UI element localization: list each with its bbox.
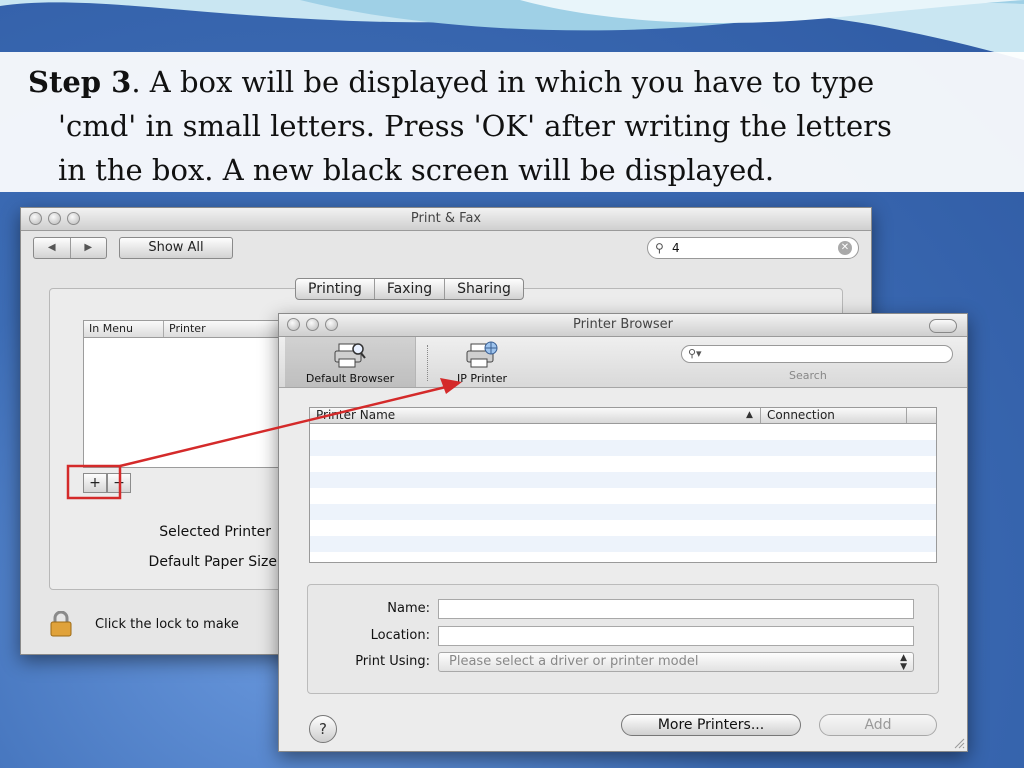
step-label: Step 3 (28, 65, 132, 99)
ip-printer-tab[interactable]: IP Printer (429, 337, 535, 387)
print-using-label: Print Using: (355, 654, 430, 669)
sort-ascending-icon[interactable]: ▲ (746, 408, 753, 423)
updown-arrows-icon: ▲ ▼ (900, 653, 907, 672)
printer-browser-window: Printer Browser Default Browser IP Print… (278, 313, 968, 752)
table-row[interactable] (310, 520, 936, 536)
toolbar-toggle-button[interactable] (929, 319, 957, 333)
caption-line-1: . A box will be displayed in which you h… (131, 65, 875, 99)
printer-browser-title: Printer Browser (572, 317, 674, 332)
ip-printer-label: IP Printer (457, 372, 507, 385)
printer-search-field[interactable]: ⚲▾ (681, 345, 953, 363)
printer-list-header: In Menu Printer (84, 321, 284, 338)
add-remove-buttons: + − (83, 473, 131, 493)
tab-sharing[interactable]: Sharing (444, 279, 523, 299)
column-printer-name[interactable]: Printer Name (316, 408, 395, 423)
print-fax-title: Print & Fax (410, 211, 482, 226)
default-paper-size-label: Default Paper Size (148, 554, 277, 570)
table-row[interactable] (310, 440, 936, 456)
more-printers-button[interactable]: More Printers... (621, 714, 801, 736)
print-fax-titlebar[interactable]: Print & Fax (21, 208, 871, 231)
printer-details-form: Name: Location: Print Using: Please sele… (307, 584, 939, 694)
show-all-button[interactable]: Show All (119, 237, 233, 259)
ip-printer-icon (466, 341, 498, 368)
printer-browser-toolbar: Default Browser IP Printer ⚲▾ Search (279, 337, 967, 388)
print-using-select[interactable]: Please select a driver or printer model … (438, 652, 914, 672)
column-printer[interactable]: Printer (163, 321, 206, 337)
remove-printer-button[interactable]: − (107, 473, 131, 493)
caption-line-2: 'cmd' in small letters. Press 'OK' after… (58, 109, 892, 143)
printer-table-header: Printer Name ▲ Connection (310, 408, 936, 424)
toolbar-separator (427, 345, 428, 381)
default-browser-tab[interactable]: Default Browser (285, 337, 416, 387)
add-button[interactable]: Add (819, 714, 937, 736)
table-row[interactable] (310, 504, 936, 520)
preferences-search-field[interactable]: ⚲ 4 ✕ (647, 237, 859, 259)
table-row[interactable] (310, 472, 936, 488)
printer-browser-titlebar[interactable]: Printer Browser (279, 314, 967, 337)
location-field[interactable] (438, 626, 914, 646)
resize-grip-icon[interactable] (953, 737, 965, 749)
column-spare (906, 408, 936, 423)
table-row[interactable] (310, 424, 936, 440)
lock-icon[interactable] (47, 611, 75, 637)
location-label: Location: (370, 628, 430, 643)
back-button[interactable]: ◀ (34, 238, 70, 258)
column-connection[interactable]: Connection (760, 408, 915, 423)
search-label: Search (789, 369, 827, 382)
forward-button[interactable]: ▶ (69, 238, 107, 258)
search-value: 4 (672, 241, 680, 255)
search-icon: ⚲ (655, 241, 664, 255)
slide-caption: Step 3. A box will be displayed in which… (28, 60, 988, 192)
default-browser-label: Default Browser (305, 372, 395, 385)
back-forward-buttons: ◀ ▶ (33, 237, 107, 259)
name-field[interactable] (438, 599, 914, 619)
printer-table[interactable]: Printer Name ▲ Connection (309, 407, 937, 563)
lock-message: Click the lock to make (95, 617, 239, 632)
selected-printer-label: Selected Printer (159, 524, 271, 540)
name-label: Name: (387, 601, 430, 616)
print-using-value: Please select a driver or printer model (449, 654, 699, 669)
table-row[interactable] (310, 488, 936, 504)
table-row[interactable] (310, 456, 936, 472)
search-icon: ⚲▾ (688, 347, 702, 360)
help-button[interactable]: ? (309, 715, 337, 743)
tab-printing[interactable]: Printing (296, 279, 374, 299)
caption-line-3: in the box. A new black screen will be d… (58, 153, 775, 187)
print-fax-toolbar: ◀ ▶ Show All ⚲ 4 ✕ (21, 231, 871, 263)
add-printer-button[interactable]: + (83, 473, 107, 493)
printer-list[interactable]: In Menu Printer (83, 320, 285, 468)
column-in-menu[interactable]: In Menu (84, 321, 163, 337)
print-fax-tabs: Printing Faxing Sharing (295, 278, 524, 300)
clear-search-icon[interactable]: ✕ (838, 241, 852, 255)
printer-magnifier-icon (334, 343, 366, 368)
table-row[interactable] (310, 536, 936, 552)
tab-faxing[interactable]: Faxing (373, 279, 444, 299)
